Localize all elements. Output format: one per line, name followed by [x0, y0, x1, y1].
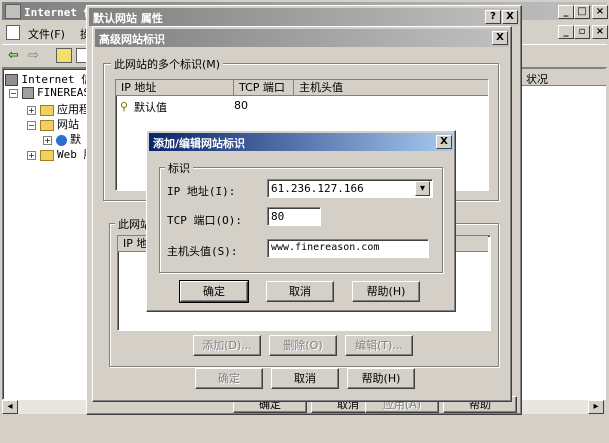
edit-identification-dialog: 添加/编辑网站标识 X 标识 IP 地址(I): 61.236.127.166 …	[146, 130, 456, 312]
tree-pane: Internet 信 − FINEREAS + 应用程 − 网站 + 默 + W…	[2, 68, 95, 400]
advanced-close-button[interactable]: X	[492, 31, 508, 45]
edit-titlebar: 添加/编辑网站标识 X	[149, 133, 453, 151]
status-header-label: 状况	[526, 73, 548, 86]
host-header-label: 主机头值(S):	[167, 245, 238, 258]
properties-close-button[interactable]: X	[502, 10, 518, 24]
detail-col-status[interactable]: 状况	[517, 69, 606, 86]
folder-icon	[39, 119, 54, 131]
tree-label: 默	[70, 133, 81, 146]
advanced-help-button[interactable]: 帮助(H)	[347, 368, 415, 389]
edit-cancel-button[interactable]: 取消	[266, 281, 334, 302]
mmc-close-button[interactable]: ×	[592, 5, 608, 19]
server-icon	[21, 87, 34, 99]
ip-address-combobox[interactable]: 61.236.127.166 ▾	[267, 179, 433, 198]
add-button[interactable]: 添加(D)...	[193, 335, 261, 356]
advanced-cancel-button[interactable]: 取消	[271, 368, 339, 389]
edit-help-button[interactable]: 帮助(H)	[352, 281, 420, 302]
folder-icon	[39, 104, 54, 116]
mmc-statusbar	[2, 418, 607, 440]
folder-icon	[39, 149, 54, 161]
ssl-col-header-ip-label: IP 地	[123, 237, 148, 250]
tree-node-websites[interactable]: − 网站	[27, 116, 79, 132]
scroll-left-icon[interactable]: ◂	[2, 400, 18, 414]
detail-pane: 状况	[516, 68, 606, 400]
tree-node-root[interactable]: Internet 信	[5, 71, 92, 87]
advanced-title: 高级网站标识	[99, 33, 165, 46]
edit-title: 添加/编辑网站标识	[153, 137, 246, 150]
col-header-ip[interactable]: IP 地址	[116, 80, 234, 96]
tree-node-server[interactable]: − FINEREAS	[9, 86, 90, 99]
tree-node-apppools[interactable]: + 应用程	[27, 101, 90, 117]
tree-node-webext[interactable]: + Web 服	[27, 146, 95, 162]
col-header-host-label: 主机头值	[299, 81, 343, 94]
back-arrow-icon[interactable]: ⇦	[8, 48, 19, 63]
host-header-input[interactable]: www.finereason.com	[267, 239, 429, 258]
tcp-port-input[interactable]: 80	[267, 207, 321, 226]
col-header-host[interactable]: 主机头值	[294, 80, 488, 96]
edit-button[interactable]: 编辑(T)...	[345, 335, 413, 356]
mdi-restore-button[interactable]: ▫	[574, 25, 590, 39]
advanced-titlebar: 高级网站标识 X	[95, 29, 509, 47]
computer-icon	[5, 74, 18, 86]
row-ip-cell: 默认值	[134, 101, 167, 114]
tcp-port-value: 80	[271, 210, 285, 223]
collapse-icon[interactable]: −	[27, 121, 36, 130]
advanced-ok-button[interactable]: 确定	[195, 368, 263, 389]
up-folder-icon[interactable]	[56, 48, 72, 63]
host-header-value: www.finereason.com	[271, 242, 380, 253]
forward-arrow-icon[interactable]: ⇨	[28, 48, 39, 63]
menu-file[interactable]: 文件(F)	[28, 26, 65, 42]
ip-address-value: 61.236.127.166	[271, 182, 364, 195]
edit-ok-button[interactable]: 确定	[179, 280, 249, 303]
remove-button[interactable]: 删除(O)	[269, 335, 337, 356]
row-port-cell: 80	[234, 99, 248, 112]
table-row[interactable]: ⚲ 默认值 80	[116, 98, 486, 114]
tcp-port-label: TCP 端口(O):	[167, 214, 242, 227]
globe-icon	[55, 134, 67, 146]
expand-icon[interactable]: +	[27, 106, 36, 115]
mmc-title: Internet 信	[24, 6, 95, 19]
identities-group-label: 此网站的多个标识(M)	[111, 56, 224, 72]
tree-label: FINEREAS	[37, 86, 90, 99]
tree-label: 网站	[57, 118, 79, 131]
mmc-doc-icon	[6, 25, 20, 40]
expand-icon[interactable]: +	[43, 136, 52, 145]
ip-address-label: IP 地址(I):	[167, 185, 236, 198]
col-header-port-label: TCP 端口	[239, 81, 285, 94]
col-header-port[interactable]: TCP 端口	[234, 80, 294, 96]
mdi-close-button[interactable]: ×	[592, 25, 608, 39]
edit-close-button[interactable]: X	[436, 135, 452, 149]
properties-help-button[interactable]: ?	[485, 10, 501, 24]
mdi-minimize-button[interactable]: _	[558, 25, 574, 39]
properties-title: 默认网站 属性	[93, 12, 163, 25]
tree-label: Internet 信	[21, 73, 93, 86]
scroll-right-icon[interactable]: ▸	[588, 400, 604, 414]
expand-icon[interactable]: +	[27, 151, 36, 160]
identification-group-label: 标识	[165, 160, 193, 176]
properties-titlebar: 默认网站 属性 ? X	[89, 8, 519, 26]
binding-icon: ⚲	[120, 100, 129, 113]
collapse-icon[interactable]: −	[9, 89, 18, 98]
tree-node-defaultsite[interactable]: + 默	[43, 131, 81, 147]
chevron-down-icon[interactable]: ▾	[415, 181, 430, 196]
mmc-minimize-button[interactable]: _	[558, 5, 574, 19]
col-header-ip-label: IP 地址	[121, 81, 157, 94]
mmc-app-icon	[5, 4, 21, 19]
mmc-maximize-button[interactable]: □	[574, 5, 590, 19]
